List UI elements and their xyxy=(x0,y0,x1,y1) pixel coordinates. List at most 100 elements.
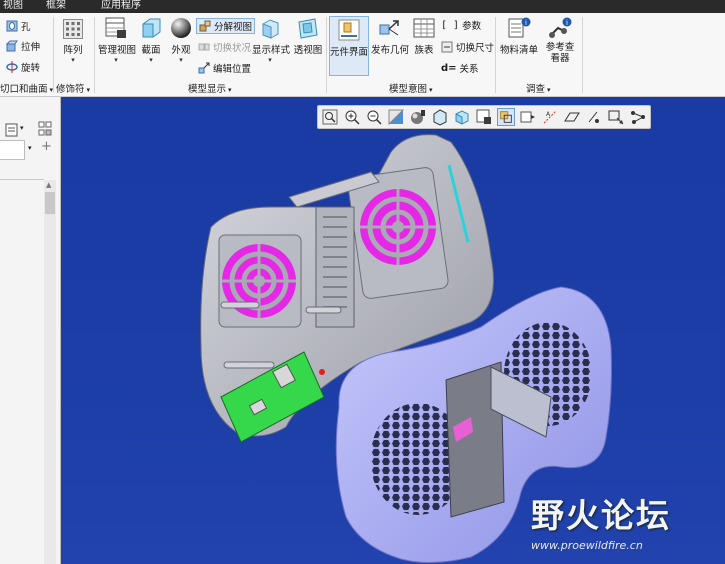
watermark-url: www.proewildfire.cn xyxy=(531,539,643,552)
divider xyxy=(495,17,496,93)
scrollbar-thumb[interactable] xyxy=(45,192,55,214)
chevron-down-icon[interactable]: ▾ xyxy=(28,144,32,152)
svg-text:i: i xyxy=(566,19,568,27)
graphics-viewport[interactable]: A 野火论坛 www.proewildfire.cn xyxy=(61,97,725,564)
chevron-down-icon: ▾ xyxy=(268,56,272,64)
tree-view-icon[interactable] xyxy=(5,123,19,137)
model-display-group-label[interactable]: 模型显示 ▾ xyxy=(188,81,232,95)
edit-position-icon xyxy=(198,62,210,74)
divider xyxy=(326,17,327,93)
revolve-label: 旋转 xyxy=(21,63,41,74)
publish-geometry-label: 发布几何 xyxy=(371,45,410,56)
perspective-button[interactable]: 透视图 xyxy=(293,17,323,56)
relations-icon: d= xyxy=(441,62,457,74)
display-style-icon xyxy=(262,19,279,39)
investigate-group-text: 调查 xyxy=(526,84,546,95)
parameters-button[interactable]: [ ] 参数 xyxy=(441,18,482,33)
manage-views-button[interactable]: 管理视图 ▾ xyxy=(98,17,137,64)
family-table-button[interactable]: 族表 xyxy=(412,17,436,56)
component-interface-button[interactable]: 元件界面 xyxy=(329,16,369,76)
parameters-label: 参数 xyxy=(462,21,482,32)
menu-view[interactable]: 视图 xyxy=(3,0,23,12)
toggle-status-label: 切换状况 xyxy=(213,43,252,54)
reference-viewer-icon: i xyxy=(549,17,572,38)
appearance-sphere-icon xyxy=(171,18,191,38)
chevron-down-icon: ▾ xyxy=(547,86,551,94)
appearance-button[interactable]: 外观 ▾ xyxy=(168,17,194,64)
divider xyxy=(582,17,583,93)
hole-label: 孔 xyxy=(21,22,31,33)
divider xyxy=(0,179,44,180)
chevron-down-icon: ▾ xyxy=(71,56,75,64)
component-interface-label: 元件界面 xyxy=(330,47,369,58)
modifiers-group-label[interactable]: 修饰符 ▾ xyxy=(56,81,90,95)
pattern-label: 阵列 xyxy=(63,45,83,56)
family-table-icon xyxy=(413,18,435,38)
extrude-label: 拉伸 xyxy=(21,42,41,53)
bill-of-materials-label: 物料清单 xyxy=(499,45,538,56)
divider xyxy=(94,17,95,93)
perspective-label: 透视图 xyxy=(293,45,323,56)
model-intent-group-label[interactable]: 模型意图 ▾ xyxy=(389,81,433,95)
menu-applications[interactable]: 应用程序 xyxy=(101,0,141,12)
toggle-status-icon xyxy=(198,43,210,51)
modifiers-group-text: 修饰符 xyxy=(56,84,85,95)
edit-position-button[interactable]: 编辑位置 xyxy=(198,61,251,75)
toggle-status-button[interactable]: 切换状况 xyxy=(198,40,251,54)
extrude-icon xyxy=(6,40,18,52)
extrude-button[interactable]: 拉伸 xyxy=(6,39,40,53)
tree-filter-icon[interactable] xyxy=(38,121,52,137)
watermark: 野火论坛 www.proewildfire.cn xyxy=(531,489,671,552)
section-button[interactable]: 截面 ▾ xyxy=(138,17,164,64)
divider xyxy=(53,17,54,93)
chevron-down-icon: ▾ xyxy=(86,86,91,94)
revolve-icon xyxy=(6,61,18,73)
investigate-group-label[interactable]: 调查 ▾ xyxy=(526,81,551,95)
add-icon[interactable]: + xyxy=(41,139,52,154)
ribbon: 孔 拉伸 旋转 切口和曲面 ▾ 阵列 ▾ 修饰符 ▾ 管理视图 ▾ 截面 ▾ 外… xyxy=(0,13,725,97)
display-style-button[interactable]: 显示样式 ▾ xyxy=(252,17,291,64)
cut-group-label[interactable]: 切口和曲面 ▾ xyxy=(0,81,53,95)
explode-view-label: 分解视图 xyxy=(214,22,253,33)
chevron-down-icon: ▾ xyxy=(228,86,232,94)
chevron-down-icon: ▾ xyxy=(429,86,433,94)
scroll-up-icon[interactable]: ▲ xyxy=(46,181,51,189)
bill-of-materials-icon: i xyxy=(508,17,531,38)
model-intent-group-text: 模型意图 xyxy=(389,84,428,95)
menu-frame[interactable]: 框架 xyxy=(46,0,66,12)
chevron-down-icon[interactable]: ▾ xyxy=(20,124,24,132)
hole-button[interactable]: 孔 xyxy=(6,19,31,33)
publish-geometry-button[interactable]: 发布几何 xyxy=(371,17,410,56)
brackets-icon: [ ] xyxy=(441,19,460,31)
scrollbar[interactable]: ▲ xyxy=(44,180,56,564)
bill-of-materials-button[interactable]: i 物料清单 xyxy=(499,17,539,56)
revolve-button[interactable]: 旋转 xyxy=(6,60,40,74)
perspective-icon xyxy=(298,18,318,39)
hole-icon xyxy=(6,20,18,32)
watermark-title: 野火论坛 xyxy=(531,496,671,535)
chevron-down-icon: ▾ xyxy=(179,56,183,64)
relations-label: 关系 xyxy=(459,64,479,75)
search-input[interactable] xyxy=(0,140,25,160)
model-tree-panel: ▾ ▾ + ▲ xyxy=(0,97,61,564)
model-display-group-text: 模型显示 xyxy=(188,84,227,95)
relations-button[interactable]: d= 关系 xyxy=(441,61,479,76)
component-interface-icon xyxy=(338,19,360,41)
explode-view-button[interactable]: 分解视图 xyxy=(196,18,256,34)
display-style-label: 显示样式 xyxy=(252,45,291,56)
chevron-down-icon: ▾ xyxy=(149,56,153,64)
section-icon xyxy=(142,18,161,38)
manage-views-label: 管理视图 xyxy=(98,45,137,56)
section-label: 截面 xyxy=(141,45,161,56)
appearance-label: 外观 xyxy=(171,45,191,56)
pattern-button[interactable]: 阵列 ▾ xyxy=(58,19,88,64)
manage-views-icon xyxy=(105,17,126,38)
menu-bar: 视图 框架 应用程序 xyxy=(0,0,725,13)
switch-dimensions-button[interactable]: 切换尺寸 xyxy=(441,40,494,54)
switch-dimensions-icon xyxy=(441,41,453,53)
switch-dimensions-label: 切换尺寸 xyxy=(456,43,495,54)
family-table-label: 族表 xyxy=(414,45,434,56)
pattern-icon xyxy=(63,19,83,39)
reference-viewer-button[interactable]: i 参考查看器 xyxy=(542,17,578,64)
explode-view-icon xyxy=(199,20,211,32)
